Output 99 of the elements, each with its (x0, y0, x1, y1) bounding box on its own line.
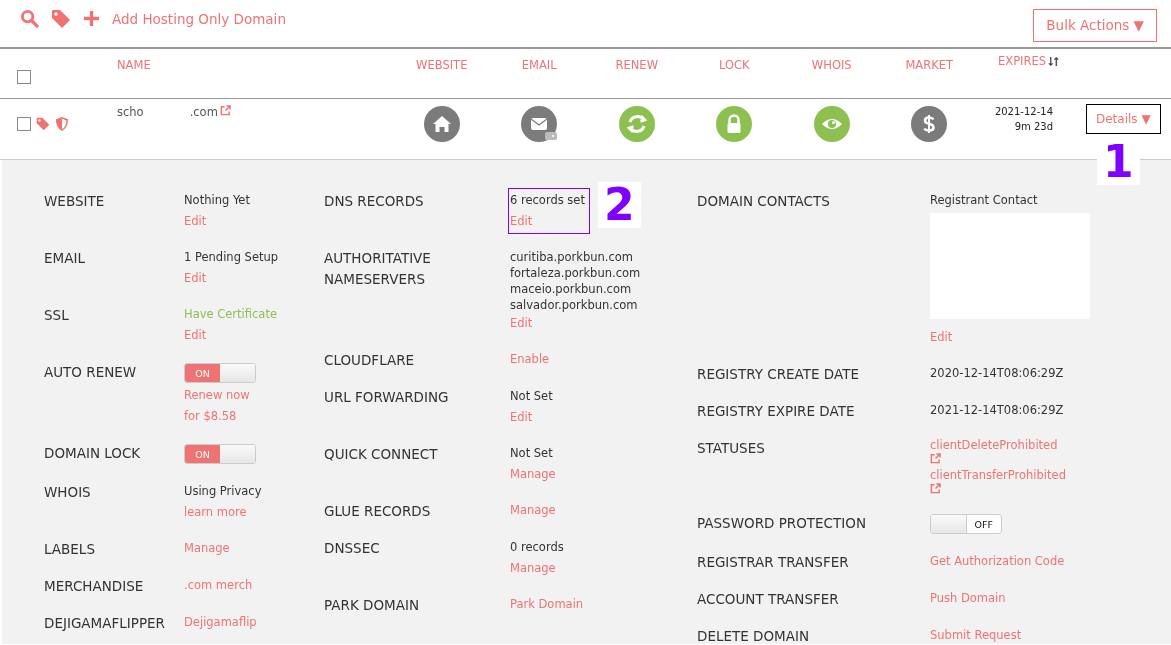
time-remaining: 9m 23d (1014, 121, 1053, 132)
nameserver: salvador.porkbun.com (510, 297, 639, 313)
link[interactable]: Edit (930, 327, 953, 348)
field-label: LABELS (44, 540, 96, 559)
link[interactable]: for $8.58 (184, 406, 237, 427)
details-button[interactable]: Details ▼ (1086, 104, 1161, 134)
envelope-icon[interactable] (521, 106, 558, 142)
column-header[interactable]: LOCK (718, 58, 750, 72)
field-value: Registrant Contact (930, 192, 1038, 209)
toggle-switch[interactable]: ON (184, 363, 256, 383)
eye-icon[interactable] (813, 106, 850, 142)
nameserver: fortaleza.porkbun.com (510, 265, 641, 281)
link[interactable]: Edit (510, 211, 533, 232)
field-value: 2021-12-14T08:06:29Z (930, 402, 1064, 419)
link[interactable]: Manage (510, 500, 556, 521)
field-label: STATUSES (697, 439, 766, 458)
status-text: Have Certificate (184, 306, 277, 323)
external-link-icon[interactable] (219, 105, 231, 116)
sort-icon[interactable] (1048, 56, 1060, 67)
lock-icon[interactable] (716, 106, 753, 142)
link[interactable]: Edit (510, 407, 533, 428)
link[interactable]: Park Domain (510, 594, 584, 615)
add-domain-link[interactable]: Add Hosting Only Domain (112, 10, 286, 27)
field-label: REGISTRY CREATE DATE (697, 365, 860, 384)
field-label: SSL (44, 306, 70, 325)
field-label: MERCHANDISE (44, 577, 145, 596)
field-label: ACCOUNT TRANSFER (697, 590, 840, 609)
link[interactable]: Manage (510, 558, 556, 579)
field-value: Using Privacy (184, 483, 262, 500)
link[interactable]: Edit (184, 211, 207, 232)
shield-icon[interactable] (55, 116, 69, 132)
field-value: Nothing Yet (184, 192, 250, 209)
home-icon[interactable] (423, 106, 460, 142)
link[interactable]: learn more (184, 502, 247, 523)
expiry-date: 2021-12-14 (994, 106, 1053, 117)
dollar-icon[interactable] (911, 106, 948, 142)
column-header[interactable]: EXPIRES (998, 54, 1047, 68)
column-header[interactable]: NAME (117, 58, 151, 72)
field-value: Not Set (510, 388, 553, 405)
field-label: WEBSITE (44, 192, 106, 211)
field-value: 0 records (510, 539, 564, 556)
row-checkbox[interactable] (17, 117, 31, 131)
link[interactable]: Submit Request (930, 625, 1022, 645)
external-link-icon[interactable] (930, 483, 941, 494)
column-header[interactable]: WHOIS (811, 58, 852, 72)
field-label: PASSWORD PROTECTION (697, 514, 867, 533)
link[interactable]: Edit (184, 268, 207, 289)
field-value: 1 Pending Setup (184, 249, 279, 266)
field-label: DNSSEC (324, 539, 381, 558)
external-link-icon[interactable] (930, 453, 941, 464)
link[interactable]: Renew now (184, 385, 250, 406)
field-value: 6 records set (510, 192, 585, 209)
field-label: REGISTRAR TRANSFER (697, 553, 850, 572)
link[interactable]: Enable (510, 349, 550, 370)
domain-name: scho (117, 105, 144, 119)
nameserver: curitiba.porkbun.com (510, 249, 635, 265)
column-header[interactable]: EMAIL (521, 58, 557, 72)
field-label: URL FORWARDING (324, 388, 450, 407)
toggle-switch[interactable]: OFF (930, 514, 1002, 534)
field-label: AUTHORITATIVE NAMESERVERS (324, 249, 432, 289)
field-label: DOMAIN LOCK (44, 444, 142, 463)
link[interactable]: .com merch (184, 575, 253, 596)
field-label: PARK DOMAIN (324, 596, 421, 615)
plus-icon[interactable] (83, 10, 100, 27)
link[interactable]: Push Domain (930, 588, 1006, 609)
tag-icon[interactable] (51, 8, 71, 29)
column-header[interactable]: RENEW (615, 58, 658, 72)
column-header[interactable]: WEBSITE (416, 58, 468, 72)
field-label: DELETE DOMAIN (697, 627, 811, 645)
bulk-actions-button[interactable]: Bulk Actions ▼ (1033, 8, 1157, 42)
refresh-icon[interactable] (618, 106, 655, 142)
field-label: AUTO RENEW (44, 363, 138, 382)
select-all-checkbox[interactable] (17, 70, 31, 84)
annotation-number: 2 (598, 182, 641, 228)
toggle-switch[interactable]: ON (184, 444, 256, 464)
status-link[interactable]: clientDeleteProhibited (930, 437, 1058, 453)
field-value: Not Set (510, 445, 553, 462)
link[interactable]: Manage (184, 538, 230, 559)
field-value: 2020-12-14T08:06:29Z (930, 365, 1064, 382)
link[interactable]: Dejigamaflip (184, 612, 257, 633)
field-label: DEJIGAMAFLIPPER (44, 614, 166, 633)
field-label: EMAIL (44, 249, 86, 268)
nameserver: maceio.porkbun.com (510, 281, 633, 297)
field-label: DNS RECORDS (324, 192, 425, 211)
link[interactable]: Manage (510, 464, 556, 485)
field-label: QUICK CONNECT (324, 445, 439, 464)
link[interactable]: Edit (184, 325, 207, 346)
column-header[interactable]: MARKET (905, 58, 954, 72)
status-link[interactable]: clientTransferProhibited (930, 467, 1066, 483)
link[interactable]: Get Authorization Code (930, 551, 1065, 572)
field-label: REGISTRY EXPIRE DATE (697, 402, 856, 421)
field-label: GLUE RECORDS (324, 502, 432, 521)
domain-name: .com (189, 105, 218, 119)
field-label: CLOUDFLARE (324, 351, 416, 370)
field-label: DOMAIN CONTACTS (697, 192, 831, 211)
field-label: WHOIS (44, 483, 92, 502)
link[interactable]: Edit (510, 313, 533, 334)
search-icon[interactable] (20, 9, 39, 28)
tag-icon[interactable] (36, 117, 50, 131)
